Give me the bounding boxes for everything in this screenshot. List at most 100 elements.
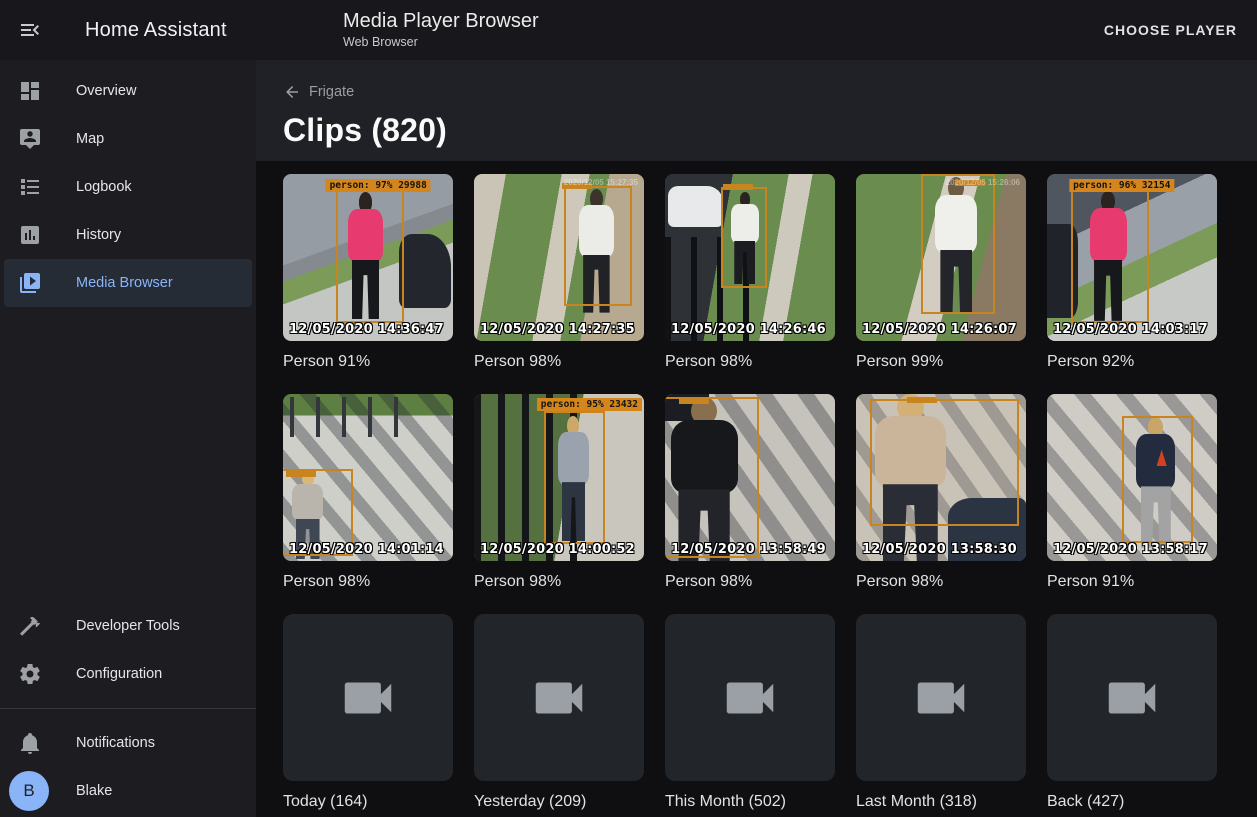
- sidebar-tool-items: Developer Tools Configuration: [0, 602, 256, 698]
- clip-scene: 2020/12/05 15:27:35 12/05/2020 14:27:35: [474, 174, 644, 341]
- clip-scene: person: 95% 23432 12/05/2020 14:00:52: [474, 394, 644, 561]
- video-camera-icon: [719, 667, 781, 729]
- sidebar-item-history[interactable]: History: [4, 211, 252, 259]
- detection-bounding-box: [665, 397, 759, 557]
- detection-bounding-box: [1122, 416, 1193, 543]
- detection-label-small: [679, 398, 709, 404]
- clip-card[interactable]: 12/05/2020 13:58:30 Person 98%: [856, 394, 1026, 591]
- logbook-list-icon: [18, 175, 42, 199]
- detection-bounding-box: [336, 189, 404, 323]
- clip-card[interactable]: person: 96% 32154 12/05/2020 14:03:17 Pe…: [1047, 174, 1217, 371]
- map-account-icon: [18, 127, 42, 151]
- folder-card-yesterday-209[interactable]: Yesterday (209): [474, 614, 644, 811]
- scene-prop: [399, 234, 452, 307]
- detection-bounding-box: [921, 174, 996, 314]
- sidebar-item-configuration[interactable]: Configuration: [4, 650, 252, 698]
- clip-caption: Person 98%: [283, 573, 453, 591]
- menu-open-icon: [18, 18, 42, 42]
- detection-label-small: [286, 471, 316, 477]
- sidebar-item-map[interactable]: Map: [4, 115, 252, 163]
- clip-thumbnail[interactable]: 2020/12/05 15:26:06 12/05/2020 14:26:07: [856, 174, 1026, 341]
- clip-thumbnail[interactable]: 2020/12/05 15:27:35 12/05/2020 14:27:35: [474, 174, 644, 341]
- folder-thumbnail[interactable]: [1047, 614, 1217, 781]
- sidebar-spacer: [0, 307, 256, 602]
- back-arrow-icon: [283, 83, 301, 101]
- clip-card[interactable]: 12/05/2020 13:58:49 Person 98%: [665, 394, 835, 591]
- folder-card-last-month-318[interactable]: Last Month (318): [856, 614, 1026, 811]
- clips-grid: person: 97% 29988 12/05/2020 14:36:47 Pe…: [256, 161, 1257, 811]
- detection-bounding-box: [870, 399, 1020, 526]
- clip-timestamp-overlay: 12/05/2020 14:27:35: [480, 322, 635, 337]
- clip-caption: Person 91%: [1047, 573, 1217, 591]
- folder-thumbnail[interactable]: [856, 614, 1026, 781]
- folder-thumbnail[interactable]: [665, 614, 835, 781]
- page-subtitle: Web Browser: [343, 35, 539, 49]
- detection-label-small: [723, 184, 753, 190]
- detection-bounding-box: [544, 411, 605, 545]
- history-chart-icon: [18, 223, 42, 247]
- media-browser-header: Frigate Clips (820): [256, 60, 1257, 161]
- sidebar: Overview Map Logbook History Media Brows…: [0, 60, 256, 817]
- sidebar-item-logbook[interactable]: Logbook: [4, 163, 252, 211]
- detection-label: person: 96% 32154: [1069, 179, 1174, 192]
- app-header: Home Assistant Media Player Browser Web …: [0, 0, 1257, 60]
- clip-thumbnail[interactable]: 12/05/2020 14:01:14: [283, 394, 453, 561]
- clip-thumbnail[interactable]: 12/05/2020 13:58:30: [856, 394, 1026, 561]
- clip-caption: Person 98%: [665, 353, 835, 371]
- video-camera-icon: [528, 667, 590, 729]
- clip-timestamp-overlay: 12/05/2020 13:58:30: [862, 542, 1017, 557]
- clip-scene: 12/05/2020 13:58:17: [1047, 394, 1217, 561]
- sidebar-item-media-browser[interactable]: Media Browser: [4, 259, 252, 307]
- video-camera-icon: [337, 667, 399, 729]
- folder-thumbnail[interactable]: [283, 614, 453, 781]
- folder-card-this-month-502[interactable]: This Month (502): [665, 614, 835, 811]
- clip-scene: 2020/12/05 15:26:06 12/05/2020 14:26:07: [856, 174, 1026, 341]
- clip-timestamp-overlay: 12/05/2020 14:36:47: [289, 322, 444, 337]
- detection-label-small: [907, 397, 937, 403]
- sidebar-item-label: Notifications: [76, 735, 155, 751]
- breadcrumb-back[interactable]: Frigate: [283, 83, 354, 101]
- clip-thumbnail[interactable]: 12/05/2020 13:58:17: [1047, 394, 1217, 561]
- folder-thumbnail[interactable]: [474, 614, 644, 781]
- folder-caption: This Month (502): [665, 793, 835, 811]
- clip-thumbnail[interactable]: 12/05/2020 13:58:49: [665, 394, 835, 561]
- clip-card[interactable]: 2020/12/05 15:27:35 12/05/2020 14:27:35 …: [474, 174, 644, 371]
- folder-caption: Back (427): [1047, 793, 1217, 811]
- sidebar-item-overview[interactable]: Overview: [4, 67, 252, 115]
- clip-card[interactable]: 2020/12/05 15:26:06 12/05/2020 14:26:07 …: [856, 174, 1026, 371]
- clip-thumbnail[interactable]: 12/05/2020 14:26:46: [665, 174, 835, 341]
- detection-bounding-box: [721, 187, 767, 287]
- clip-timestamp-overlay: 12/05/2020 14:26:46: [671, 322, 826, 337]
- clip-card[interactable]: 12/05/2020 14:01:14 Person 98%: [283, 394, 453, 591]
- sidebar-item-notifications[interactable]: Notifications: [4, 719, 252, 767]
- clip-timestamp-overlay: 12/05/2020 14:03:17: [1053, 322, 1208, 337]
- clip-thumbnail[interactable]: person: 97% 29988 12/05/2020 14:36:47: [283, 174, 453, 341]
- sidebar-item-user[interactable]: B Blake: [4, 767, 252, 815]
- clip-caption: Person 98%: [474, 573, 644, 591]
- clip-timestamp-overlay: 12/05/2020 14:26:07: [862, 322, 1017, 337]
- sidebar-item-developer-tools[interactable]: Developer Tools: [4, 602, 252, 650]
- detection-bounding-box: [1071, 189, 1149, 323]
- clip-card[interactable]: person: 95% 23432 12/05/2020 14:00:52 Pe…: [474, 394, 644, 591]
- clip-card[interactable]: 12/05/2020 14:26:46 Person 98%: [665, 174, 835, 371]
- folder-caption: Yesterday (209): [474, 793, 644, 811]
- clip-scene: 12/05/2020 14:01:14: [283, 394, 453, 561]
- clip-timestamp-overlay: 12/05/2020 14:00:52: [480, 542, 635, 557]
- clip-thumbnail[interactable]: person: 96% 32154 12/05/2020 14:03:17: [1047, 174, 1217, 341]
- folder-caption: Last Month (318): [856, 793, 1026, 811]
- clip-card[interactable]: 12/05/2020 13:58:17 Person 91%: [1047, 394, 1217, 591]
- choose-player-button[interactable]: CHOOSE PLAYER: [1096, 14, 1245, 46]
- folder-caption: Today (164): [283, 793, 453, 811]
- avatar: B: [9, 771, 49, 811]
- clip-caption: Person 98%: [856, 573, 1026, 591]
- sidebar-toggle-button[interactable]: [6, 6, 54, 54]
- folder-card-back-427[interactable]: Back (427): [1047, 614, 1217, 811]
- clip-thumbnail[interactable]: person: 95% 23432 12/05/2020 14:00:52: [474, 394, 644, 561]
- folder-card-today-164[interactable]: Today (164): [283, 614, 453, 811]
- video-camera-icon: [1101, 667, 1163, 729]
- clip-scene: person: 97% 29988 12/05/2020 14:36:47: [283, 174, 453, 341]
- hammer-icon: [18, 614, 42, 638]
- clip-card[interactable]: person: 97% 29988 12/05/2020 14:36:47 Pe…: [283, 174, 453, 371]
- clip-scene: 12/05/2020 13:58:30: [856, 394, 1026, 561]
- clip-scene: 12/05/2020 13:58:49: [665, 394, 835, 561]
